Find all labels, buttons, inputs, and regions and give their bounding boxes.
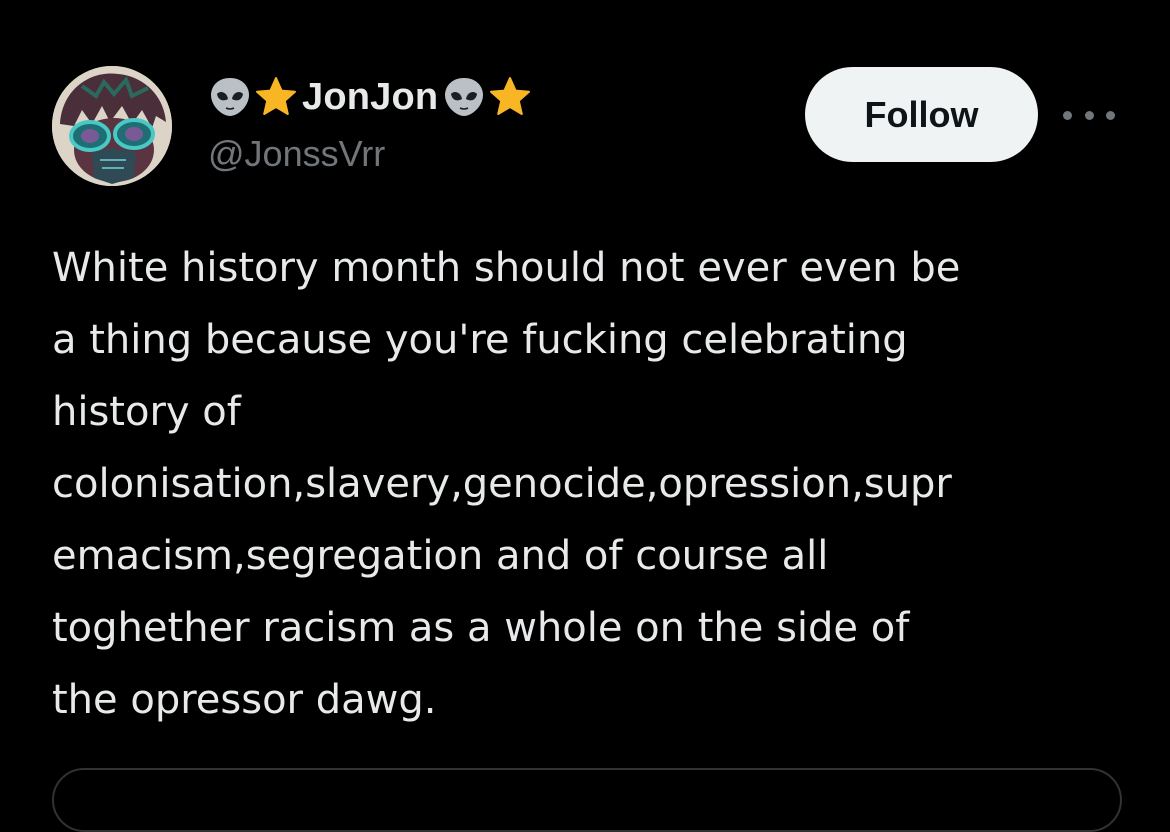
tweet-text-line: White history month should not ever even… bbox=[52, 245, 961, 291]
alien-icon bbox=[208, 75, 252, 119]
tweet-text-line: the opressor dawg. bbox=[52, 677, 437, 723]
tweet-text-line: a thing because you're fucking celebrati… bbox=[52, 317, 908, 363]
more-dot bbox=[1084, 110, 1094, 120]
tweet-text-line: emacism,segregation and of course all bbox=[52, 533, 829, 579]
tweet-text-line: colonisation,slavery,genocide,opression,… bbox=[52, 461, 952, 507]
embedded-card[interactable] bbox=[52, 768, 1122, 832]
tweet-text-line: toghether racism as a whole on the side … bbox=[52, 605, 910, 651]
more-options-icon[interactable] bbox=[1063, 102, 1115, 128]
author-handle[interactable]: @JonssVrr bbox=[208, 133, 385, 175]
author-name-row[interactable]: JonJon bbox=[208, 72, 532, 122]
avatar-image bbox=[52, 66, 172, 186]
tweet-text: White history month should not ever even… bbox=[52, 232, 1142, 736]
star-icon bbox=[488, 75, 532, 119]
tweet-text-line: history of bbox=[52, 389, 241, 435]
follow-button[interactable]: Follow bbox=[805, 67, 1038, 162]
more-dot bbox=[1106, 110, 1115, 120]
more-dot bbox=[1063, 110, 1072, 120]
author-display-name: JonJon bbox=[302, 75, 439, 118]
star-icon bbox=[254, 75, 298, 119]
avatar[interactable] bbox=[52, 66, 172, 186]
alien-icon bbox=[442, 75, 486, 119]
tweet: JonJon @JonssVrr Follow White history mo… bbox=[0, 0, 1170, 832]
